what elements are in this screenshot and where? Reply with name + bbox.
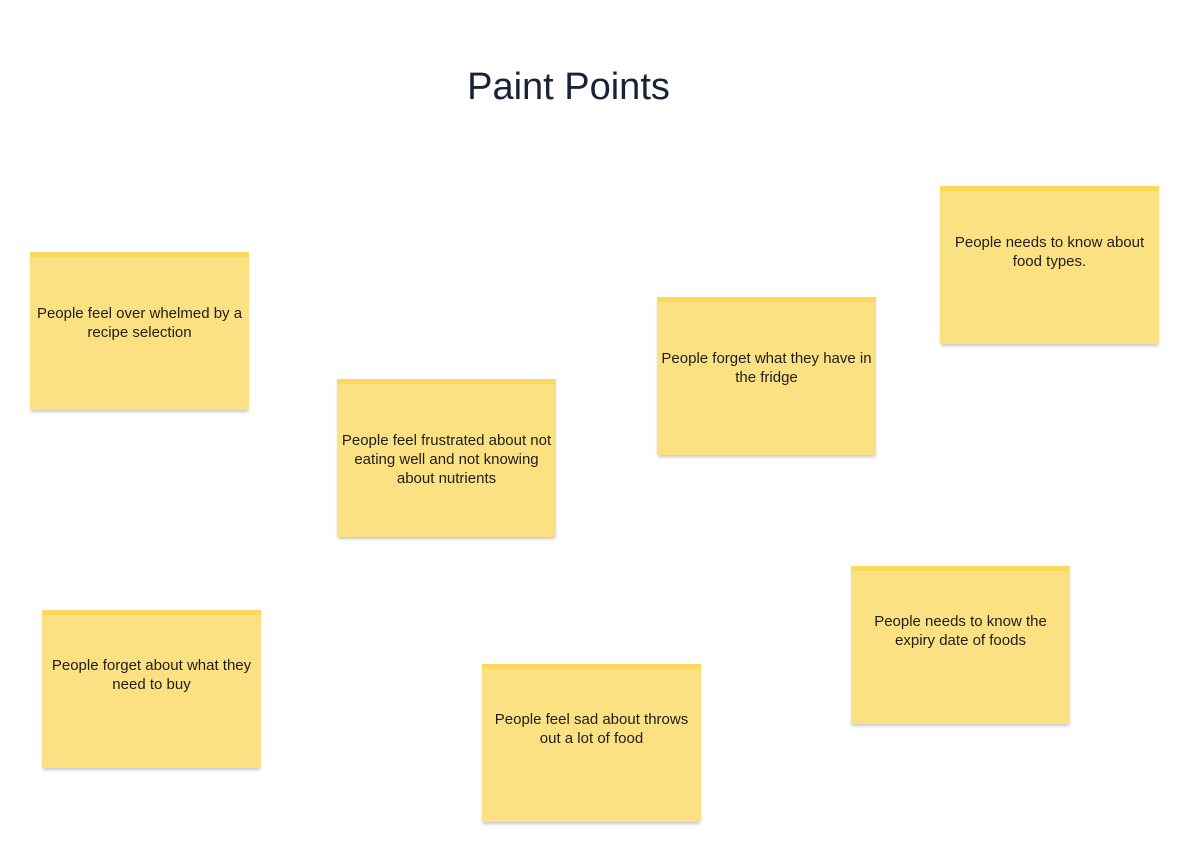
sticky-note-expiry-date[interactable]: People needs to know the expiry date of … <box>851 566 1070 724</box>
sticky-note-text: People forget what they have in the frid… <box>661 350 872 386</box>
sticky-note-shopping[interactable]: People forget about what they need to bu… <box>42 610 261 768</box>
sticky-note-text: People feel over whelmed by a recipe sel… <box>36 305 243 341</box>
sticky-note-text: People forget about what they need to bu… <box>51 657 252 693</box>
sticky-note-text: People needs to know the expiry date of … <box>874 613 1047 649</box>
sticky-note-text: People feel frustrated about not eating … <box>341 432 552 487</box>
sticky-note-fridge[interactable]: People forget what they have in the frid… <box>657 297 876 455</box>
board-title: Paint Points <box>467 66 670 108</box>
sticky-note-food-waste[interactable]: People feel sad about throws out a lot o… <box>482 664 701 822</box>
sticky-note-nutrients[interactable]: People feel frustrated about not eating … <box>337 379 556 537</box>
sticky-note-text: People feel sad about throws out a lot o… <box>494 711 689 747</box>
sticky-note-recipe-overwhelm[interactable]: People feel over whelmed by a recipe sel… <box>30 252 249 410</box>
sticky-note-food-types[interactable]: People needs to know about food types. <box>940 186 1159 344</box>
sticky-note-text: People needs to know about food types. <box>954 234 1145 270</box>
